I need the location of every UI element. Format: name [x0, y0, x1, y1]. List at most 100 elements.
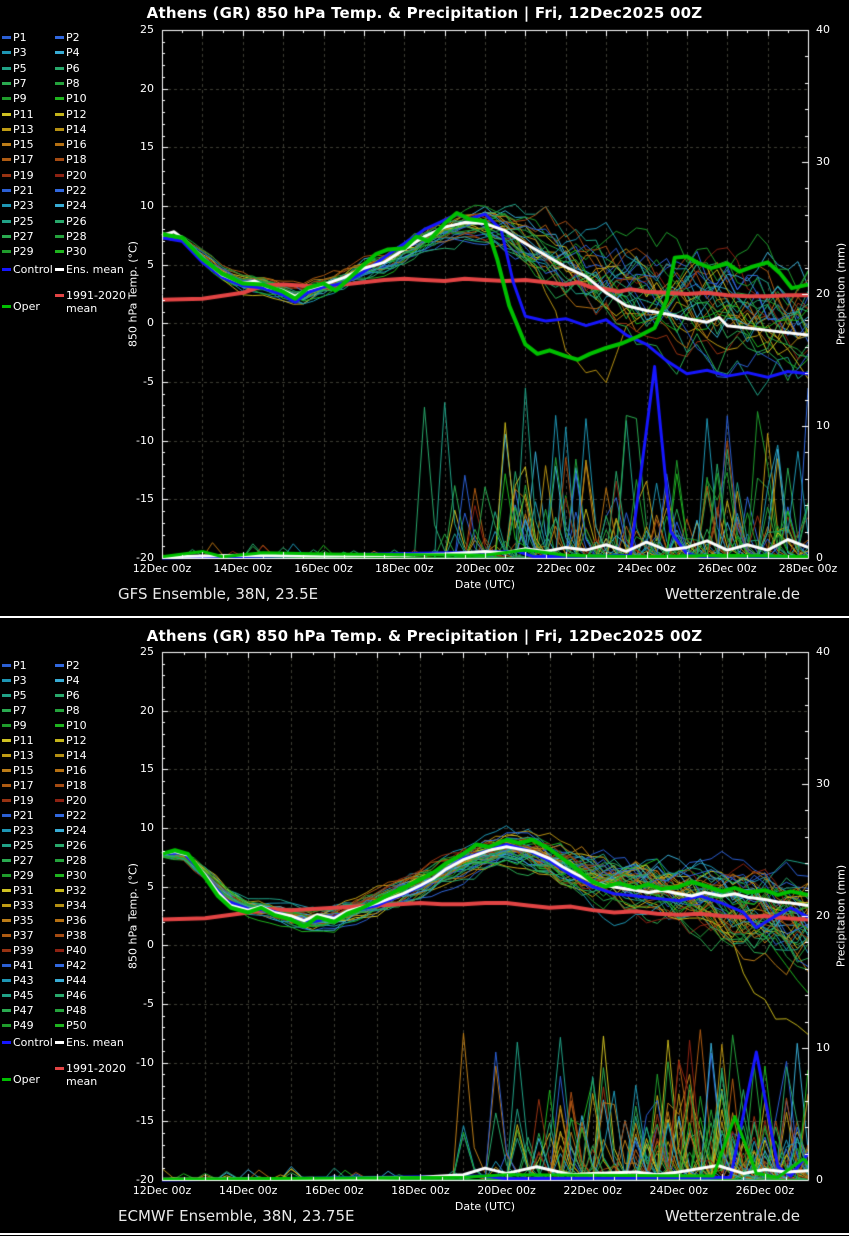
site-caption: Wetterzentrale.de	[665, 1207, 800, 1225]
legend-swatch	[55, 679, 64, 682]
temp-tick-label: -10	[100, 1056, 154, 1069]
legend-swatch	[55, 204, 64, 207]
legend-swatch	[2, 799, 11, 802]
legend-member-label: P27	[13, 854, 34, 867]
legend-swatch	[55, 919, 64, 922]
legend-control-label: Control	[13, 263, 53, 276]
legend-swatch-control	[2, 1041, 11, 1044]
legend-swatch	[2, 174, 11, 177]
legend-member-label: P4	[66, 46, 80, 59]
legend-swatch	[2, 724, 11, 727]
legend-swatch	[2, 829, 11, 832]
legend-swatch	[55, 844, 64, 847]
legend-swatch	[55, 829, 64, 832]
legend-member-label: P18	[66, 153, 87, 166]
legend-swatch	[55, 694, 64, 697]
x-tick-label: 28Dec 00z	[766, 562, 849, 575]
legend-clim-label-line1: 1991-2020	[66, 289, 126, 302]
legend-member-label: P49	[13, 1019, 34, 1032]
legend-swatch	[2, 97, 11, 100]
legend-swatch	[55, 949, 64, 952]
site-caption: Wetterzentrale.de	[665, 585, 800, 603]
legend-swatch-ens-mean	[55, 1041, 64, 1044]
legend-member-label: P37	[13, 929, 34, 942]
legend-swatch	[2, 143, 11, 146]
x-tick-label: 18Dec 00z	[362, 562, 446, 575]
legend-member-label: P9	[13, 92, 27, 105]
legend-member-label: P50	[66, 1019, 87, 1032]
legend-member-label: P26	[66, 215, 87, 228]
legend-member-label: P44	[66, 974, 87, 987]
legend-member-label: P33	[13, 899, 34, 912]
legend-swatch	[2, 934, 11, 937]
legend-member-label: P4	[66, 674, 80, 687]
legend-swatch	[2, 784, 11, 787]
legend-swatch	[2, 664, 11, 667]
legend-member-label: P2	[66, 659, 80, 672]
legend-swatch	[55, 994, 64, 997]
legend-swatch-clim	[55, 1067, 64, 1070]
legend-swatch	[2, 979, 11, 982]
legend-oper-label: Oper	[13, 300, 40, 313]
legend-member-label: P36	[66, 914, 87, 927]
legend-swatch	[2, 36, 11, 39]
x-tick-label: 14Dec 00z	[201, 562, 285, 575]
x-tick-label: 26Dec 00z	[723, 1184, 807, 1197]
precip-axis-label: Precipitation (mm)	[835, 243, 848, 345]
temp-tick-label: 25	[100, 645, 154, 658]
legend-swatch	[2, 709, 11, 712]
legend-member-label: P38	[66, 929, 87, 942]
temp-axis-label: 850 hPa Temp. (°C)	[127, 863, 140, 969]
legend-swatch	[55, 979, 64, 982]
legend-member-label: P46	[66, 989, 87, 1002]
legend-member-label: P48	[66, 1004, 87, 1017]
legend-member-label: P11	[13, 734, 34, 747]
legend-member-label: P13	[13, 123, 34, 136]
legend-swatch	[55, 814, 64, 817]
legend-swatch	[55, 859, 64, 862]
legend-member-label: P19	[13, 794, 34, 807]
legend-swatch	[55, 128, 64, 131]
legend-member-label: P7	[13, 704, 27, 717]
legend-swatch	[2, 904, 11, 907]
legend-swatch	[2, 889, 11, 892]
x-tick-label: 18Dec 00z	[378, 1184, 462, 1197]
x-tick-label: 14Dec 00z	[206, 1184, 290, 1197]
legend-swatch	[2, 51, 11, 54]
legend-member-label: P31	[13, 884, 34, 897]
legend-member-label: P15	[13, 138, 34, 151]
legend-swatch	[55, 799, 64, 802]
legend-swatch	[2, 1024, 11, 1027]
legend-swatch	[55, 97, 64, 100]
legend-swatch	[2, 67, 11, 70]
legend-member-label: P16	[66, 764, 87, 777]
legend-member-label: P8	[66, 704, 80, 717]
legend-swatch	[55, 769, 64, 772]
legend-member-label: P23	[13, 199, 34, 212]
legend-member-label: P22	[66, 809, 87, 822]
precip-tick-label: 0	[816, 1173, 823, 1186]
legend-member-label: P14	[66, 749, 87, 762]
x-tick-label: 22Dec 00z	[524, 562, 608, 575]
bottom-border	[0, 1233, 849, 1235]
legend-swatch	[2, 1009, 11, 1012]
x-tick-label: 26Dec 00z	[685, 562, 769, 575]
legend-member-label: P9	[13, 719, 27, 732]
precip-tick-label: 40	[816, 23, 830, 36]
legend-swatch	[55, 250, 64, 253]
legend-member-label: P28	[66, 854, 87, 867]
legend-member-label: P20	[66, 794, 87, 807]
legend-swatch	[2, 128, 11, 131]
legend-swatch	[2, 694, 11, 697]
legend-member-label: P12	[66, 108, 87, 121]
legend-member-label: P24	[66, 824, 87, 837]
chart-panel-gfs: Athens (GR) 850 hPa Temp. & Precipitatio…	[0, 0, 849, 618]
legend-swatch	[2, 82, 11, 85]
legend-swatch	[2, 113, 11, 116]
legend-member-label: P27	[13, 230, 34, 243]
temp-tick-label: -5	[100, 997, 154, 1010]
chart-panel-ecmwf: Athens (GR) 850 hPa Temp. & Precipitatio…	[0, 618, 849, 1236]
legend-member-label: P1	[13, 31, 27, 44]
legend-swatch	[55, 889, 64, 892]
legend-swatch	[55, 82, 64, 85]
